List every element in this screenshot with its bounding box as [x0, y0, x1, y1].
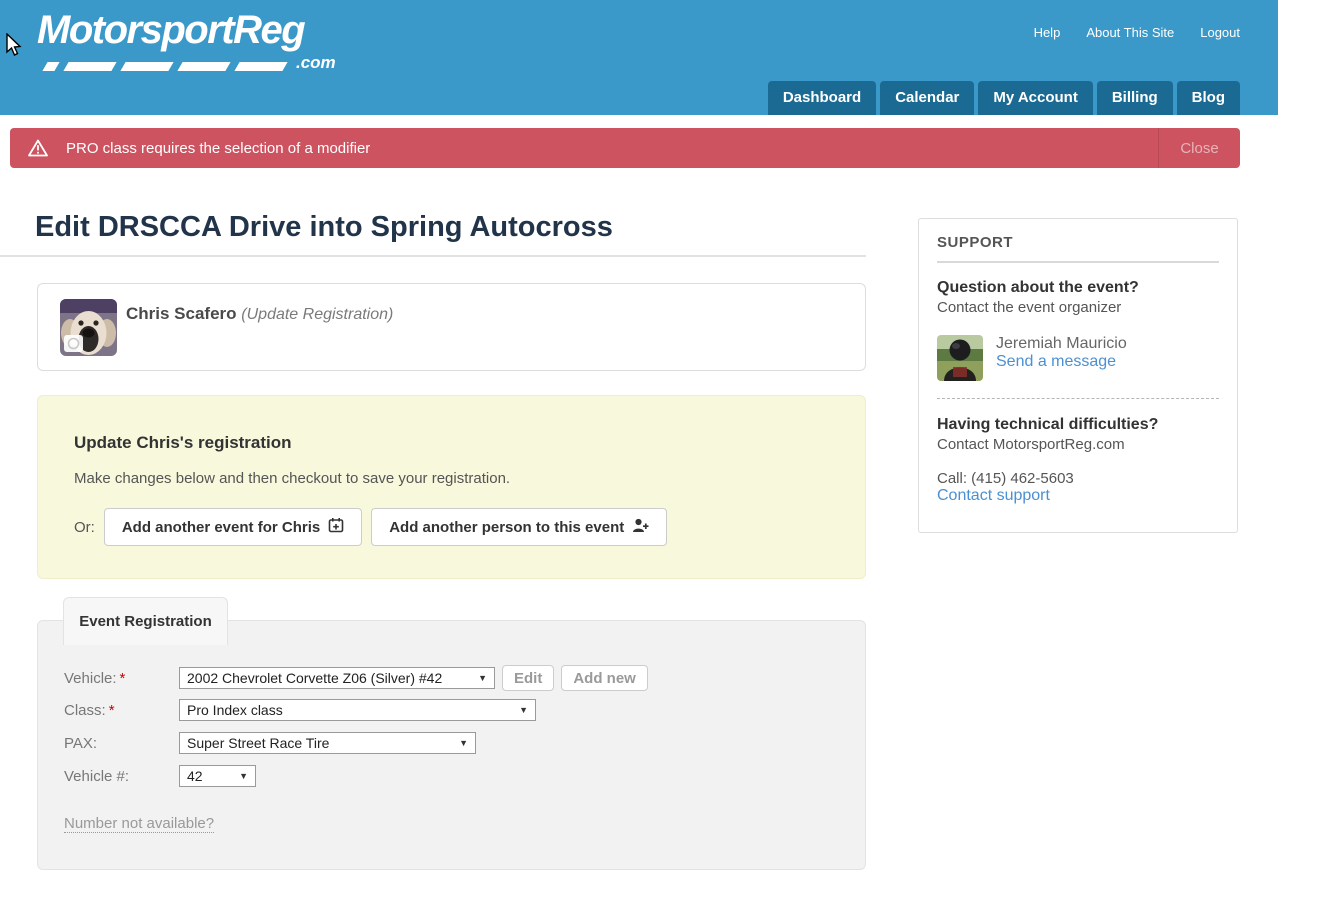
vehicle-select[interactable]: 2002 Chevrolet Corvette Z06 (Silver) #42…: [179, 667, 495, 689]
add-new-vehicle-button[interactable]: Add new: [561, 665, 648, 691]
organizer-name: Jeremiah Mauricio: [996, 335, 1127, 353]
or-label: Or:: [74, 519, 95, 536]
vehicle-number-select[interactable]: 42 ▼: [179, 765, 256, 787]
support-phone: Call: (415) 462-5603: [937, 470, 1219, 487]
event-registration-panel: Vehicle:* 2002 Chevrolet Corvette Z06 (S…: [37, 620, 866, 870]
class-label: Class:*: [64, 702, 179, 719]
update-instructions: Make changes below and then checkout to …: [74, 470, 510, 487]
chevron-down-icon: ▼: [239, 771, 248, 781]
chevron-down-icon: ▼: [459, 738, 468, 748]
error-banner: PRO class requires the selection of a mo…: [10, 128, 1240, 168]
organizer-row: Jeremiah Mauricio Send a message: [937, 335, 1219, 381]
dashed-divider: [937, 398, 1219, 399]
motorsportreg-logo[interactable]: MotorsportReg .com: [37, 10, 336, 71]
vehicle-number-label: Vehicle #:: [64, 768, 179, 785]
user-plus-icon: [632, 518, 649, 537]
pax-select[interactable]: Super Street Race Tire ▼: [179, 732, 476, 754]
tech-heading: Having technical difficulties?: [937, 416, 1219, 434]
add-person-button[interactable]: Add another person to this event: [371, 508, 667, 546]
error-message: PRO class requires the selection of a mo…: [66, 140, 1158, 157]
close-button[interactable]: Close: [1158, 128, 1240, 168]
tech-body: Contact MotorsportReg.com: [937, 436, 1219, 453]
required-marker: *: [109, 702, 115, 719]
tab-billing[interactable]: Billing: [1097, 81, 1173, 115]
chevron-down-icon: ▼: [478, 673, 487, 683]
warning-icon: [28, 139, 48, 157]
title-divider: [0, 255, 866, 257]
page-title: Edit DRSCCA Drive into Spring Autocross: [35, 211, 613, 244]
logout-link[interactable]: Logout: [1200, 25, 1240, 40]
about-link[interactable]: About This Site: [1086, 25, 1174, 40]
tab-event-registration[interactable]: Event Registration: [63, 597, 228, 645]
required-marker: *: [120, 670, 126, 687]
calendar-plus-icon: [328, 517, 344, 537]
registrant-card: Chris Scafero (Update Registration): [37, 283, 866, 371]
registrant-name: Chris Scafero: [126, 304, 237, 323]
support-panel: SUPPORT Question about the event? Contac…: [918, 218, 1238, 533]
question-body: Contact the event organizer: [937, 299, 1219, 316]
main-nav: Dashboard Calendar My Account Billing Bl…: [768, 81, 1240, 115]
add-event-button[interactable]: Add another event for Chris: [104, 508, 362, 546]
help-link[interactable]: Help: [1034, 25, 1061, 40]
contact-support-link[interactable]: Contact support: [937, 487, 1050, 504]
support-divider: [937, 261, 1219, 263]
question-heading: Question about the event?: [937, 279, 1219, 297]
support-title: SUPPORT: [937, 234, 1219, 251]
site-header: MotorsportReg .com Help About This Site …: [0, 0, 1278, 115]
send-message-link[interactable]: Send a message: [996, 353, 1116, 370]
number-not-available-link[interactable]: Number not available?: [64, 815, 214, 833]
utility-nav: Help About This Site Logout: [1034, 25, 1240, 40]
chevron-down-icon: ▼: [519, 705, 528, 715]
registrant-avatar[interactable]: [60, 299, 117, 356]
logo-stripes-icon: .com: [45, 54, 336, 71]
update-heading: Update Chris's registration: [74, 433, 292, 453]
tab-blog[interactable]: Blog: [1177, 81, 1240, 115]
tab-my-account[interactable]: My Account: [978, 81, 1092, 115]
tab-dashboard[interactable]: Dashboard: [768, 81, 876, 115]
vehicle-label: Vehicle:*: [64, 670, 179, 687]
organizer-avatar: [937, 335, 983, 381]
tab-calendar[interactable]: Calendar: [880, 81, 974, 115]
class-select[interactable]: Pro Index class ▼: [179, 699, 536, 721]
logo-wordmark: MotorsportReg: [37, 10, 336, 50]
update-registration-box: Update Chris's registration Make changes…: [37, 395, 866, 579]
mouse-cursor-icon: [6, 33, 23, 57]
pax-label: PAX:: [64, 735, 179, 752]
logo-tld: .com: [296, 54, 336, 71]
edit-vehicle-button[interactable]: Edit: [502, 665, 554, 691]
registration-status: (Update Registration): [241, 306, 393, 323]
